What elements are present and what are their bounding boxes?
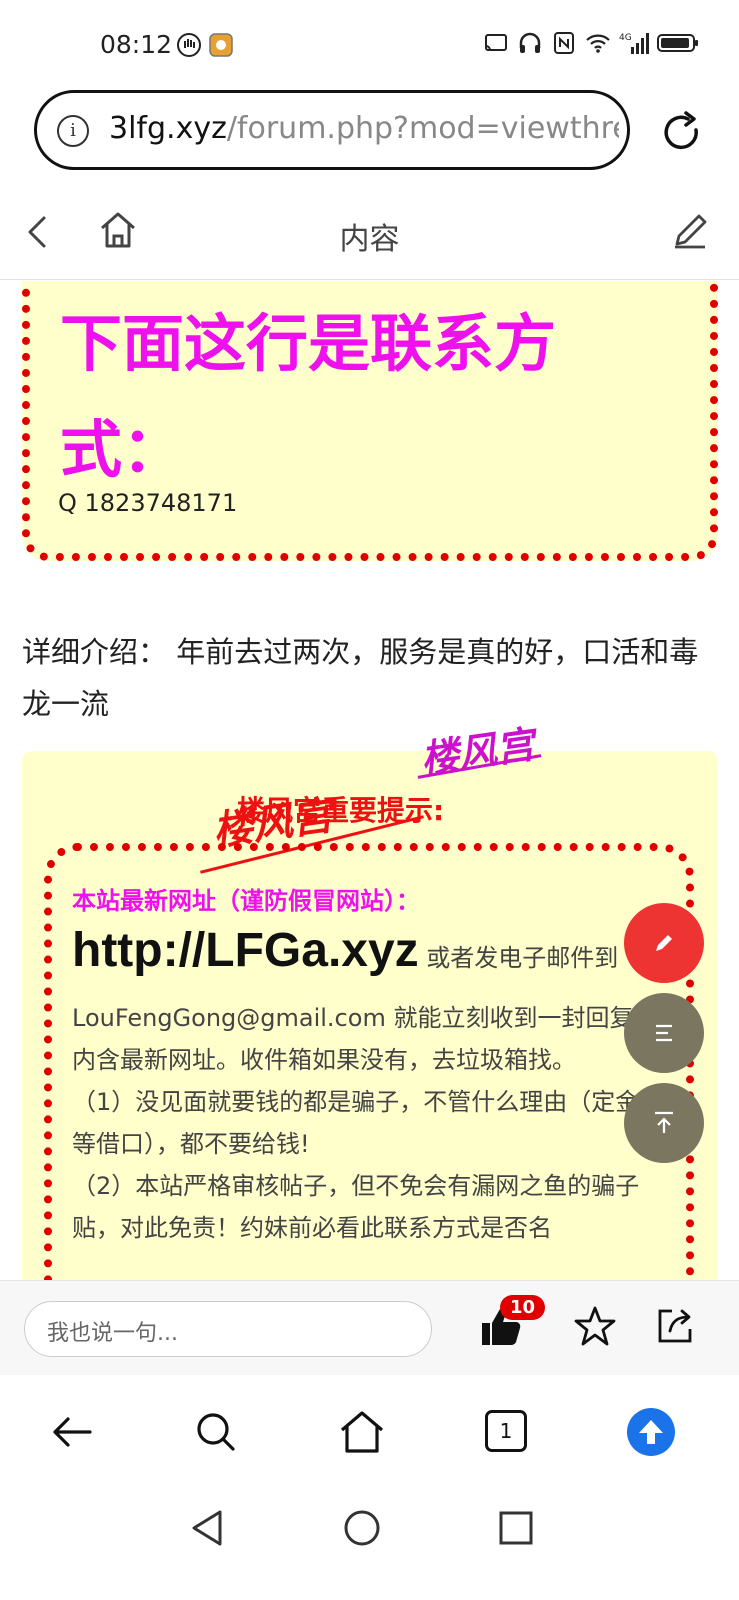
menu-icon (656, 1024, 672, 1042)
back-arrow-icon[interactable] (48, 1408, 96, 1456)
home-icon[interactable] (338, 1408, 386, 1456)
app-icon (209, 33, 233, 57)
contact-box: 下面这行是联系方式： Q 1823748171 (22, 281, 718, 561)
system-nav-bar (0, 1486, 739, 1600)
back-to-top-fab[interactable] (624, 1083, 704, 1163)
hand-icon (177, 33, 201, 57)
notice-line: （2）本站严格审核帖子，但不免会有漏网之鱼的骗子贴，对此免责！约妹前必看此联系方… (72, 1172, 640, 1242)
contact-heading: 下面这行是联系方式： (60, 307, 557, 486)
status-time: 08:12 (100, 30, 173, 59)
star-icon[interactable] (574, 1305, 616, 1347)
tab-switcher-button[interactable]: 1 (485, 1410, 527, 1452)
notice-subheading: 本站最新网址（谨防假冒网站）： (72, 887, 420, 915)
like-count-badge: 10 (500, 1295, 546, 1320)
page-title: 内容 (339, 222, 400, 257)
site-info-icon[interactable]: i (57, 115, 89, 147)
edit-icon[interactable] (671, 210, 709, 250)
notice-line: （1）没见面就要钱的都是骗子，不管什么理由（定金，等借口），都不要给钱! (72, 1088, 664, 1158)
nav-back-triangle-icon[interactable] (188, 1508, 228, 1548)
post-content: 下面这行是联系方式： Q 1823748171 详细介绍： 年前去过两次，服务是… (0, 281, 739, 1306)
status-bar: 08:12 4G (0, 0, 739, 90)
nav-home-circle-icon[interactable] (342, 1508, 382, 1548)
comment-input[interactable]: 我也说一句... (24, 1301, 432, 1357)
signal-4g-icon: 4G (619, 33, 649, 54)
notice-url-link[interactable]: http://LFGa.xyz (72, 924, 419, 977)
content-nav-header: 内容 (0, 190, 739, 280)
menu-fab[interactable] (624, 993, 704, 1073)
intro-text: 详细介绍： 年前去过两次，服务是真的好，口活和毒龙一流 (22, 635, 699, 721)
url-domain: 3lfg.xyz (109, 111, 227, 146)
upload-arrow-icon (639, 1420, 663, 1444)
back-to-top-icon (655, 1111, 673, 1133)
cast-icon (485, 34, 507, 51)
comment-bar: 我也说一句... 10 (0, 1280, 739, 1375)
url-path: /forum.php?mod=viewthre (226, 111, 619, 146)
svg-text:4G: 4G (619, 33, 632, 43)
browser-toolbar: 1 (0, 1376, 739, 1486)
contact-qq: Q 1823748171 (58, 489, 238, 517)
notice-inner-box: 本站最新网址（谨防假冒网站）： http://LFGa.xyz 或者发电子邮件到… (44, 843, 694, 1306)
headphones-icon (519, 32, 541, 53)
url-text[interactable]: 3lfg.xyz/forum.php?mod=viewthre (109, 111, 619, 146)
notice-box: 楼风宫 楼风宫重要提示: 楼风宫 本站最新网址（谨防假冒网站）： http://… (22, 722, 718, 1306)
notice-line: LouFengGong@gmail.com 就能立刻收到一封回复，内含最新网址。… (72, 1004, 658, 1074)
nfc-icon (554, 32, 574, 54)
search-icon[interactable] (192, 1408, 240, 1456)
post-edit-fab[interactable] (624, 903, 704, 983)
nav-recents-square-icon[interactable] (496, 1508, 536, 1548)
share-icon[interactable] (654, 1305, 696, 1347)
notice-body: LouFengGong@gmail.com 就能立刻收到一封回复，内含最新网址。… (72, 997, 672, 1249)
notice-or-text: 或者发电子邮件到 (418, 944, 619, 972)
address-bar[interactable]: i 3lfg.xyz/forum.php?mod=viewthre (34, 90, 630, 170)
battery-icon (657, 34, 698, 52)
notice-url-line: http://LFGa.xyz 或者发电子邮件到 (72, 923, 692, 978)
pencil-icon (656, 935, 672, 951)
reload-icon[interactable] (660, 110, 704, 154)
upload-button[interactable] (627, 1408, 675, 1456)
wifi-icon (586, 34, 610, 53)
